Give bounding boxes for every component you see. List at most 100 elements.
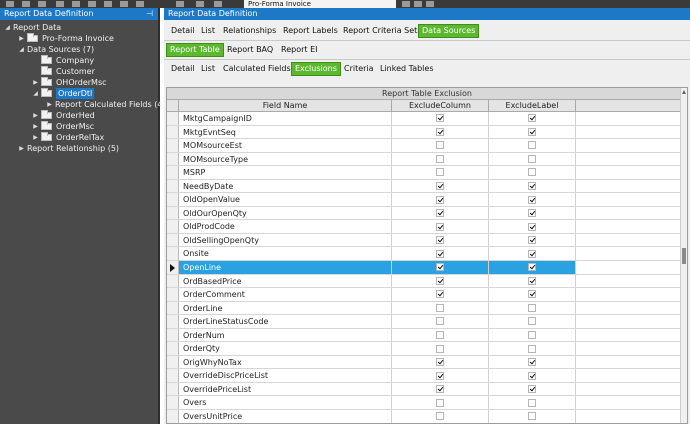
- exclude-column-checkbox[interactable]: [436, 317, 444, 326]
- toolbar-icon[interactable]: [196, 1, 204, 7]
- field-name-cell[interactable]: OrderComment: [179, 288, 392, 301]
- toolbar-icon[interactable]: [88, 1, 96, 7]
- exclude-label-checkbox[interactable]: [528, 358, 536, 367]
- exclude-column-checkbox[interactable]: [436, 195, 444, 204]
- toolbar-icon[interactable]: [104, 1, 112, 7]
- row-selector[interactable]: [167, 369, 179, 382]
- tab-detail[interactable]: Detail: [168, 24, 198, 38]
- toolbar-icon[interactable]: [72, 1, 80, 7]
- scrollbar-thumb[interactable]: [682, 248, 686, 264]
- row-selector[interactable]: [167, 355, 179, 369]
- field-name-cell[interactable]: MktgCampaignID: [179, 112, 392, 125]
- row-selector[interactable]: [167, 233, 179, 247]
- row-selector[interactable]: [167, 382, 179, 396]
- collapse-icon[interactable]: ◢: [4, 22, 11, 33]
- column-header-field-name[interactable]: Field Name: [179, 100, 392, 112]
- tab-detail[interactable]: Detail: [168, 62, 198, 76]
- star-icon[interactable]: [56, 1, 64, 7]
- tab-report-ei[interactable]: Report EI: [278, 43, 320, 57]
- tree-node-ordermsc[interactable]: ▶ OrderMsc: [0, 121, 158, 132]
- row-selector[interactable]: [167, 125, 179, 139]
- tab-report-criteria-sets[interactable]: Report Criteria Sets: [340, 24, 424, 38]
- tree-node-orderdtl[interactable]: ◢ OrderDtl: [0, 88, 158, 99]
- tab-report-baq[interactable]: Report BAQ: [224, 43, 276, 57]
- exclude-label-checkbox[interactable]: [528, 412, 536, 421]
- exclude-column-checkbox[interactable]: [436, 182, 444, 190]
- exclude-label-checkbox[interactable]: [528, 398, 536, 407]
- table-row[interactable]: OldOpenValue: [167, 193, 687, 207]
- exclude-column-checkbox[interactable]: [436, 114, 444, 123]
- tree-node-report-data[interactable]: ◢ Report Data: [0, 22, 158, 33]
- tab-linked-tables[interactable]: Linked Tables: [377, 62, 437, 76]
- row-selector[interactable]: [167, 166, 179, 179]
- table-row[interactable]: OrigWhyNoTax: [167, 355, 687, 370]
- field-name-cell[interactable]: OrdBasedPrice: [179, 274, 392, 288]
- tree-node-orderhed[interactable]: ▶ OrderHed: [0, 110, 158, 121]
- field-name-cell[interactable]: NeedByDate: [179, 179, 392, 193]
- tab-criteria[interactable]: Criteria: [341, 62, 377, 76]
- toolbar-icon[interactable]: [176, 1, 184, 7]
- row-selector[interactable]: [167, 193, 179, 206]
- table-row[interactable]: Overs: [167, 396, 687, 411]
- table-row[interactable]: OpenLine: [167, 261, 687, 275]
- tree-node-data-sources-7[interactable]: ◢ Data Sources (7): [0, 44, 158, 55]
- field-name-cell[interactable]: OverrideDiscPriceList: [179, 369, 392, 382]
- row-selector[interactable]: [167, 288, 179, 301]
- collapse-icon[interactable]: ◢: [18, 44, 25, 55]
- exclude-column-checkbox[interactable]: [436, 263, 444, 272]
- field-name-cell[interactable]: MOMsourceEst: [179, 139, 392, 152]
- exclude-label-checkbox[interactable]: [528, 127, 536, 136]
- field-name-cell[interactable]: Overs: [179, 396, 392, 410]
- exclude-label-checkbox[interactable]: [528, 276, 536, 285]
- toolbar-icon[interactable]: [414, 1, 422, 7]
- row-selector[interactable]: [167, 220, 179, 233]
- exclude-label-checkbox[interactable]: [528, 317, 536, 326]
- exclude-label-checkbox[interactable]: [528, 303, 536, 312]
- field-name-cell[interactable]: OrderLineStatusCode: [179, 315, 392, 328]
- exclude-column-checkbox[interactable]: [436, 303, 444, 312]
- table-row[interactable]: MOMsourceType: [167, 152, 687, 167]
- table-row[interactable]: OldOurOpenQty: [167, 206, 687, 221]
- exclude-label-checkbox[interactable]: [528, 331, 536, 340]
- row-selector[interactable]: [167, 152, 179, 166]
- expand-icon[interactable]: ▶: [18, 33, 25, 44]
- row-selector[interactable]: [167, 274, 179, 288]
- field-name-cell[interactable]: OverridePriceList: [179, 382, 392, 396]
- exclude-column-checkbox[interactable]: [436, 276, 444, 285]
- exclude-label-checkbox[interactable]: [528, 263, 536, 272]
- field-name-cell[interactable]: OldSellingOpenQty: [179, 233, 392, 247]
- tree-node-orderreltax[interactable]: ▶ OrderRelTax: [0, 132, 158, 143]
- row-selector[interactable]: [167, 206, 179, 220]
- exclude-label-checkbox[interactable]: [528, 168, 536, 177]
- tab-report-labels[interactable]: Report Labels: [280, 24, 341, 38]
- exclude-label-checkbox[interactable]: [528, 195, 536, 204]
- table-row[interactable]: OrdBasedPrice: [167, 274, 687, 289]
- row-selector[interactable]: [167, 179, 179, 193]
- toolbar-icon[interactable]: [402, 1, 410, 7]
- tree-node-pro-forma-invoice[interactable]: ▶ Pro-Forma Invoice: [0, 33, 158, 44]
- exclude-column-checkbox[interactable]: [436, 290, 444, 299]
- tab-relationships[interactable]: Relationships: [220, 24, 279, 38]
- table-row[interactable]: OldSellingOpenQty: [167, 233, 687, 248]
- exclude-column-checkbox[interactable]: [436, 154, 444, 163]
- table-row[interactable]: MktgEvntSeq: [167, 125, 687, 140]
- exclude-column-checkbox[interactable]: [436, 127, 444, 136]
- toolbar-icon[interactable]: [136, 1, 144, 7]
- exclude-column-checkbox[interactable]: [436, 344, 444, 353]
- row-selector[interactable]: [167, 301, 179, 315]
- table-row[interactable]: MOMsourceEst: [167, 139, 687, 153]
- table-row[interactable]: OversUnitPrice: [167, 410, 687, 423]
- exclude-label-checkbox[interactable]: [528, 182, 536, 190]
- exclude-column-checkbox[interactable]: [436, 222, 444, 231]
- table-row[interactable]: OldProdCode: [167, 220, 687, 234]
- field-name-cell[interactable]: OversUnitPrice: [179, 410, 392, 423]
- tree-node-ohordermsc[interactable]: ▶ OHOrderMsc: [0, 77, 158, 88]
- exclude-column-checkbox[interactable]: [436, 398, 444, 407]
- tab-data-sources[interactable]: Data Sources: [418, 24, 480, 38]
- table-row[interactable]: OrderComment: [167, 288, 687, 302]
- table-row[interactable]: MSRP: [167, 166, 687, 180]
- table-row[interactable]: OrderLine: [167, 301, 687, 316]
- exclude-column-checkbox[interactable]: [436, 385, 444, 394]
- exclude-label-checkbox[interactable]: [528, 154, 536, 163]
- row-selector[interactable]: [167, 247, 179, 261]
